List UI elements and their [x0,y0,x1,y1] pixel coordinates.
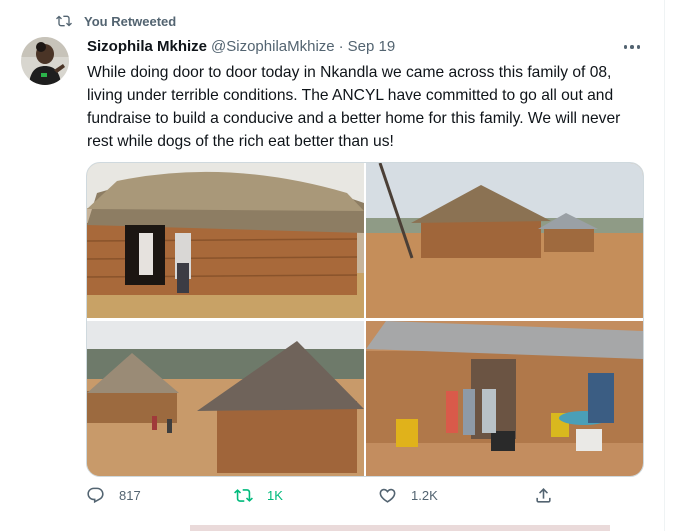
tweet-header: Sizophila Mkhize @SizophilaMkhize · Sep … [87,38,395,55]
photo-family-tin-roof-house-icon[interactable] [366,321,643,476]
separator-dot: · [338,38,344,55]
share-button[interactable] [534,486,567,505]
photo-round-hut-field-icon[interactable] [366,163,643,318]
tweet-text: While doing door to door today in Nkandl… [87,64,621,150]
reply-count: 817 [119,488,141,503]
avatar[interactable] [21,37,69,85]
heart-icon [379,488,396,503]
bottom-divider [190,525,610,531]
action-bar: 817 1K 1.2K [86,486,556,514]
author-name[interactable]: Sizophila Mkhize [87,38,207,55]
photo-huts-hillside-icon[interactable] [87,321,364,476]
retweet-count: 1K [267,488,283,503]
photo-thatched-hut-children-icon[interactable] [87,163,364,318]
retweet-icon [56,15,72,27]
retweet-button[interactable]: 1K [234,486,283,505]
tweet-date[interactable]: Sep 19 [348,38,396,55]
like-count: 1.2K [411,488,438,503]
like-button[interactable]: 1.2K [378,486,438,505]
retweet-context: You Retweeted [56,13,176,29]
media-grid [86,162,644,477]
reply-icon [87,487,104,504]
reply-button[interactable]: 817 [86,486,141,505]
retweet-context-label: You Retweeted [84,13,177,29]
retweet-icon [234,489,253,502]
more-options-icon[interactable] [620,40,644,54]
author-handle[interactable]: @SizophilaMkhize [211,38,335,55]
share-icon [536,488,551,503]
tweet-article[interactable]: You Retweeted Sizophila Mkhize @Sizophil… [0,0,665,531]
